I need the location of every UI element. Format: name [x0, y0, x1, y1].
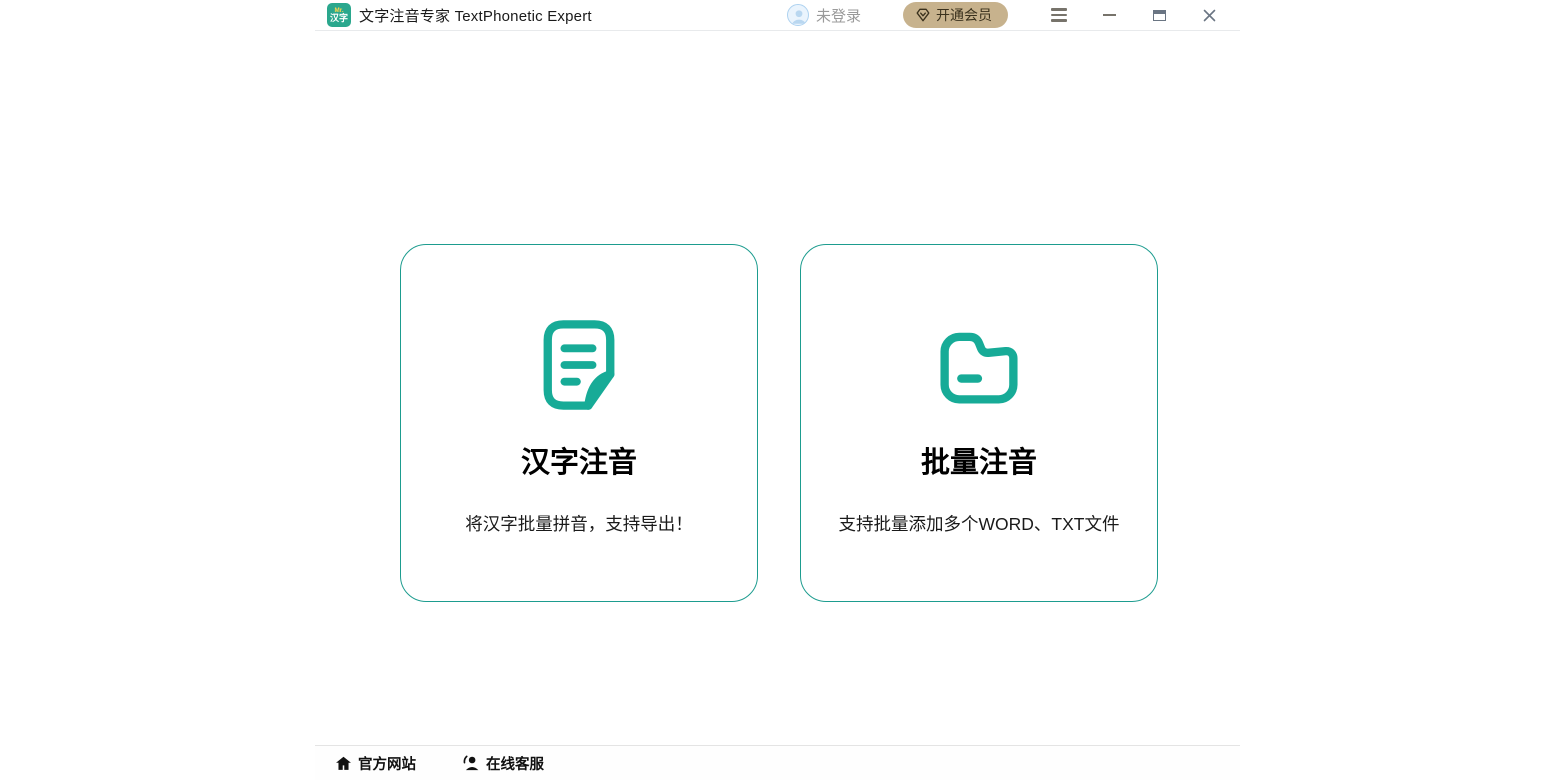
app-logo-icon: Mr. 汉字 [327, 3, 351, 27]
maximize-button[interactable] [1142, 2, 1176, 28]
login-status-label: 未登录 [816, 5, 861, 26]
user-avatar-icon [787, 4, 809, 26]
official-website-label: 官方网站 [358, 753, 416, 774]
card-description: 将汉字批量拼音，支持导出！ [465, 511, 693, 536]
login-status-button[interactable]: 未登录 [787, 4, 861, 26]
vip-gem-icon [915, 7, 931, 23]
official-website-link[interactable]: 官方网站 [335, 753, 416, 774]
vip-button-label: 开通会员 [936, 5, 992, 25]
customer-service-link[interactable]: 在线客服 [462, 753, 544, 774]
app-logo-text-top: Mr. [334, 7, 343, 13]
customer-service-icon [462, 754, 480, 772]
card-title: 汉字注音 [521, 439, 637, 481]
menu-hamburger-icon[interactable] [1042, 2, 1076, 28]
document-icon [527, 313, 631, 417]
customer-service-label: 在线客服 [486, 753, 544, 774]
card-batch-zhuyin[interactable]: 批量注音 支持批量添加多个WORD、TXT文件 [800, 244, 1158, 602]
minimize-button[interactable] [1092, 2, 1126, 28]
home-icon [335, 755, 352, 772]
main-content: 汉字注音 将汉字批量拼音，支持导出！ 批量注音 支持批量添加多个WORD、TXT… [315, 31, 1240, 745]
footer-bar: 官方网站 在线客服 [315, 745, 1240, 780]
app-logo-text-bottom: 汉字 [330, 14, 348, 23]
titlebar: Mr. 汉字 文字注音专家 TextPhonetic Expert 未登录 [315, 0, 1240, 31]
card-hanzi-zhuyin[interactable]: 汉字注音 将汉字批量拼音，支持导出！ [400, 244, 758, 602]
app-title: 文字注音专家 TextPhonetic Expert [359, 5, 592, 26]
app-window: Mr. 汉字 文字注音专家 TextPhonetic Expert 未登录 [315, 0, 1240, 780]
folder-icon [927, 313, 1031, 417]
open-vip-button[interactable]: 开通会员 [903, 2, 1008, 28]
card-title: 批量注音 [921, 439, 1037, 481]
close-button[interactable] [1192, 2, 1226, 28]
window-controls [1022, 2, 1226, 28]
card-description: 支持批量添加多个WORD、TXT文件 [839, 511, 1120, 536]
